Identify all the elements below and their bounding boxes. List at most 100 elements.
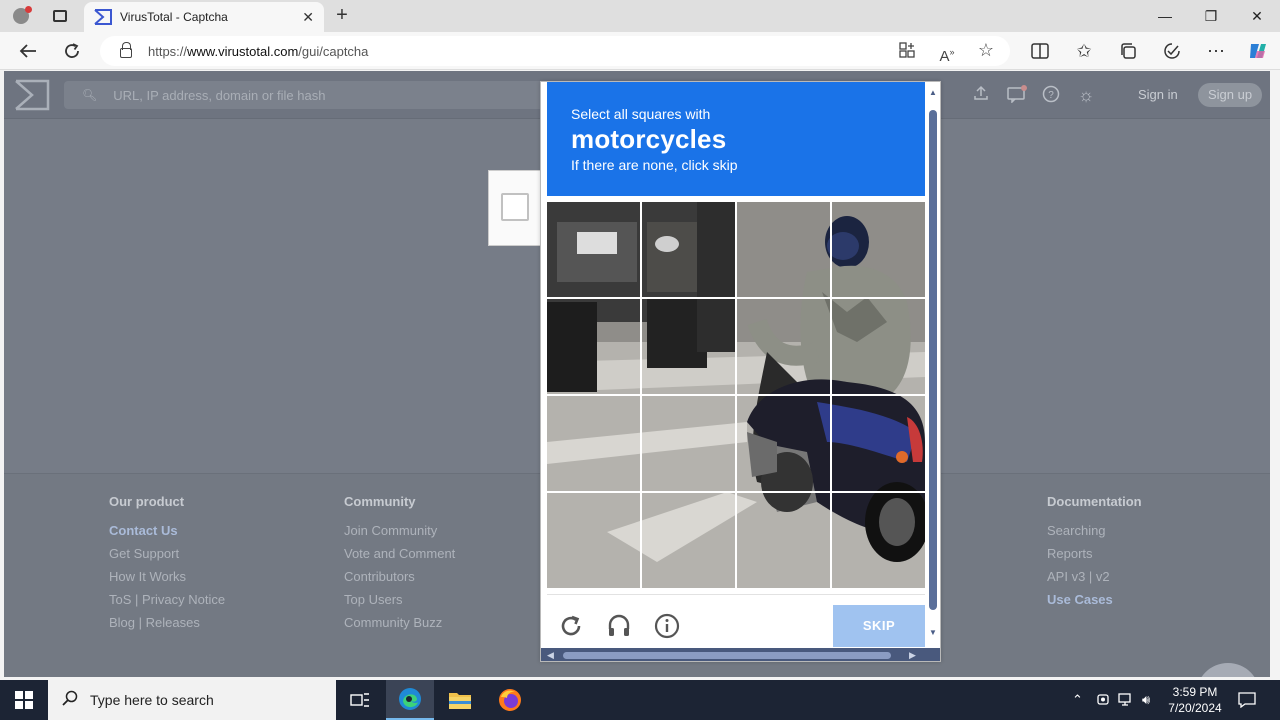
footer-link-use-cases[interactable]: Use Cases [1047, 592, 1142, 607]
captcha-tile[interactable] [832, 493, 925, 588]
captcha-tile[interactable] [642, 493, 735, 588]
close-window-button[interactable]: ✕ [1234, 0, 1280, 32]
network-icon[interactable] [1118, 692, 1134, 709]
favorite-star-icon[interactable]: ☆ [976, 40, 996, 60]
more-menu-icon[interactable]: ⋯ [1202, 37, 1230, 65]
browser-nav-bar: https://www.virustotal.com/gui/captcha A… [0, 32, 1280, 70]
read-aloud-icon[interactable]: A» [937, 42, 957, 65]
minimize-button[interactable]: — [1142, 0, 1188, 32]
footer-link-how-it-works[interactable]: How It Works [109, 569, 225, 584]
chat-button[interactable] [1196, 663, 1260, 677]
browser-essentials-icon[interactable] [1158, 37, 1186, 65]
captcha-tile[interactable] [832, 396, 925, 491]
footer-link-tos[interactable]: ToS | Privacy Notice [109, 592, 225, 607]
notification-center-icon[interactable] [1238, 692, 1256, 711]
file-explorer-icon[interactable] [436, 680, 484, 720]
skip-button[interactable]: SKIP [833, 605, 925, 647]
footer-link-top-users[interactable]: Top Users [344, 592, 455, 607]
captcha-footer: SKIP [547, 594, 925, 650]
captcha-horizontal-scrollbar[interactable]: ◀ ▶ [541, 648, 940, 661]
footer-link-join[interactable]: Join Community [344, 523, 455, 538]
search-icon: 🔍︎ [82, 88, 98, 102]
info-icon[interactable] [653, 613, 681, 641]
app-available-icon[interactable] [897, 42, 917, 62]
copilot-icon[interactable] [1244, 37, 1272, 65]
refresh-icon[interactable] [58, 37, 86, 65]
taskbar-search-placeholder: Type here to search [90, 692, 214, 708]
edge-taskbar-icon[interactable] [386, 680, 434, 720]
captcha-tile[interactable] [737, 299, 830, 394]
collections-icon[interactable] [1114, 37, 1142, 65]
firefox-icon[interactable] [486, 680, 534, 720]
back-arrow-icon[interactable] [14, 37, 42, 65]
captcha-tile[interactable] [642, 202, 735, 297]
footer-link-reports[interactable]: Reports [1047, 546, 1142, 561]
sign-up-button[interactable]: Sign up [1198, 83, 1262, 107]
footer-link-searching[interactable]: Searching [1047, 523, 1142, 538]
footer-link-support[interactable]: Get Support [109, 546, 225, 561]
footer-link-buzz[interactable]: Community Buzz [344, 615, 455, 630]
clock-date: 7/20/2024 [1168, 701, 1222, 715]
captcha-tile[interactable] [642, 299, 735, 394]
recaptcha-checkbox[interactable] [501, 193, 529, 221]
captcha-tile[interactable] [737, 202, 830, 297]
captcha-tile[interactable] [547, 299, 640, 394]
split-screen-icon[interactable] [1026, 37, 1054, 65]
sign-in-link[interactable]: Sign in [1138, 87, 1178, 102]
virustotal-logo[interactable] [14, 79, 50, 111]
volume-icon[interactable]: 🔊︎ [1142, 692, 1150, 708]
footer-col-community: Community Join Community Vote and Commen… [344, 494, 455, 638]
tab-title: VirusTotal - Captcha [120, 10, 228, 24]
windows-taskbar: Type here to search ⌃ 🔊︎ 3:59 PM 7/20/20… [0, 680, 1280, 720]
browser-tab-bar: VirusTotal - Captcha ✕ + — ❐ ✕ [0, 0, 1280, 32]
footer-link-blog[interactable]: Blog | Releases [109, 615, 225, 630]
task-view-icon[interactable] [336, 680, 384, 720]
captcha-tile[interactable] [547, 493, 640, 588]
search-icon [62, 690, 78, 710]
footer-col-documentation: Documentation Searching Reports API v3 |… [1047, 494, 1142, 615]
tab-actions-icon[interactable] [46, 4, 74, 28]
tray-overflow-icon[interactable]: ⌃ [1072, 692, 1083, 708]
captcha-image-grid [547, 202, 925, 588]
taskbar-search-box[interactable]: Type here to search [48, 680, 336, 720]
start-button[interactable] [0, 680, 48, 720]
captcha-target-word: motorcycles [571, 124, 727, 154]
vt-search-placeholder: URL, IP address, domain or file hash [113, 87, 326, 103]
captcha-instructions: Select all squares with motorcycles If t… [547, 82, 925, 196]
captcha-tile[interactable] [737, 396, 830, 491]
captcha-tile[interactable] [547, 396, 640, 491]
notifications-icon[interactable] [1006, 85, 1028, 107]
url-text: https://www.virustotal.com/gui/captcha [148, 43, 369, 59]
reload-icon[interactable] [557, 613, 585, 641]
captcha-tile[interactable] [547, 202, 640, 297]
footer-link-contributors[interactable]: Contributors [344, 569, 455, 584]
profile-icon[interactable] [8, 4, 34, 28]
taskbar-clock[interactable]: 3:59 PM 7/20/2024 [1160, 684, 1230, 716]
tray-app-icon[interactable] [1096, 692, 1110, 709]
tab-close-icon[interactable]: ✕ [302, 9, 314, 26]
footer-link-vote[interactable]: Vote and Comment [344, 546, 455, 561]
captcha-tile[interactable] [737, 493, 830, 588]
maximize-button[interactable]: ❐ [1188, 0, 1234, 32]
theme-toggle-icon[interactable]: ☼ [1075, 85, 1097, 107]
captcha-tile[interactable] [832, 202, 925, 297]
captcha-tile[interactable] [832, 299, 925, 394]
footer-link-api[interactable]: API v3 | v2 [1047, 569, 1142, 584]
vt-search-input[interactable]: 🔍︎ URL, IP address, domain or file hash [64, 81, 544, 109]
clock-time: 3:59 PM [1172, 685, 1218, 699]
tab-virustotal[interactable]: VirusTotal - Captcha ✕ [84, 2, 324, 32]
upload-icon[interactable] [970, 85, 992, 107]
help-icon[interactable]: ? [1040, 85, 1062, 107]
virustotal-favicon [94, 9, 112, 25]
captcha-instruction-line: Select all squares with [571, 106, 711, 122]
svg-text:?: ? [1048, 90, 1054, 101]
captcha-skip-hint: If there are none, click skip [571, 157, 738, 173]
footer-link-contact[interactable]: Contact Us [109, 523, 225, 538]
captcha-vertical-scrollbar[interactable]: ▲ ▼ [926, 82, 940, 650]
audio-challenge-icon[interactable] [605, 613, 633, 641]
address-bar[interactable]: https://www.virustotal.com/gui/captcha [100, 36, 1010, 66]
favorites-icon[interactable]: ✩ [1070, 37, 1098, 65]
new-tab-button[interactable]: + [330, 4, 354, 28]
footer-heading-community: Community [344, 494, 416, 509]
captcha-tile[interactable] [642, 396, 735, 491]
